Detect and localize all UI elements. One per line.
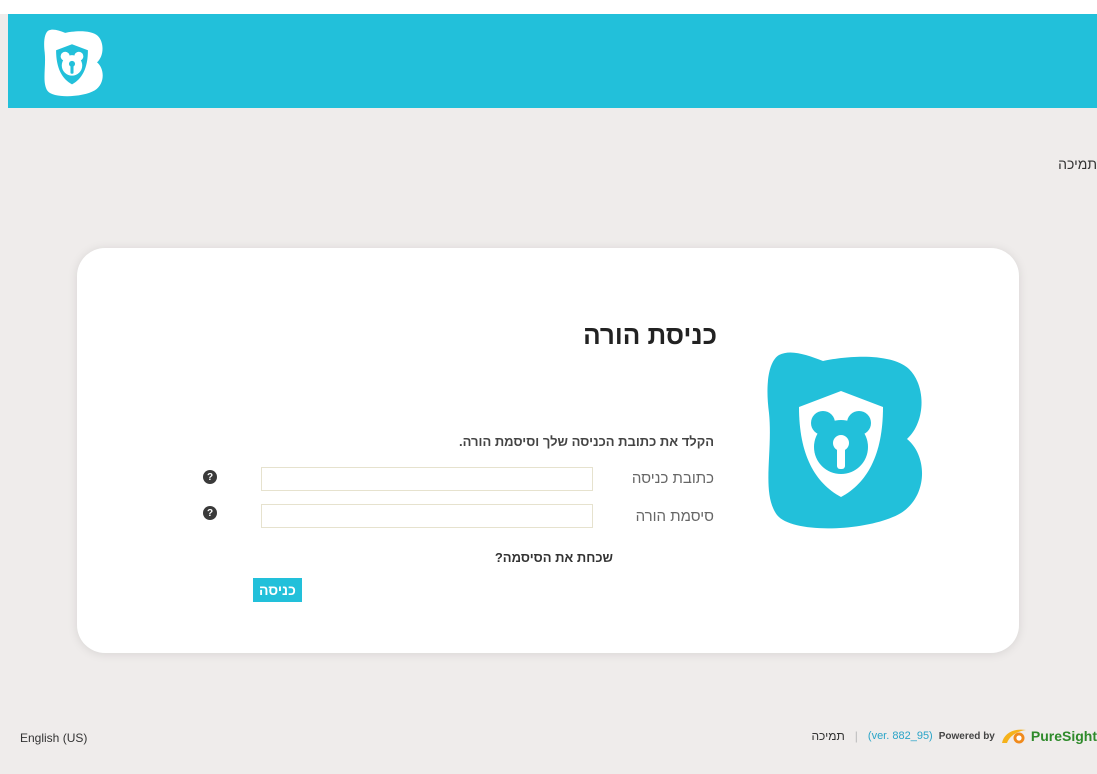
email-field[interactable] [261, 467, 593, 491]
top-strip [0, 0, 1097, 14]
login-button[interactable]: כניסה [253, 578, 302, 602]
support-link-top[interactable]: תמיכה [1058, 156, 1097, 172]
email-label: כתובת כניסה [631, 470, 714, 487]
email-help-icon[interactable]: ? [203, 470, 217, 484]
password-label: סיסמת הורה [635, 508, 714, 525]
powered-by-label: Powered by [938, 730, 995, 742]
login-instruction: הקלד את כתובת הכניסה שלך וסיסמת הורה. [459, 434, 714, 449]
bear-shield-logo-icon[interactable] [34, 26, 110, 98]
password-help-icon[interactable]: ? [203, 506, 217, 520]
puresight-brand: PureSight [1030, 728, 1097, 744]
page-title: כניסת הורה [583, 320, 717, 350]
language-selector[interactable]: English (US) [20, 731, 87, 745]
footer-separator: | [854, 729, 858, 743]
version-label: (ver. 882_95) [867, 730, 933, 742]
password-field[interactable] [261, 504, 593, 528]
puresight-logo-icon [1001, 729, 1026, 744]
login-card: כניסת הורה הקלד את כתובת הכניסה שלך וסיס… [77, 248, 1019, 653]
footer-support-link[interactable]: תמיכה [811, 729, 844, 743]
footer-right: תמיכה | (ver. 882_95) Powered by PureSig… [811, 726, 1097, 746]
header-bar [8, 14, 1097, 108]
bear-shield-logo-icon [767, 352, 923, 529]
forgot-password-link[interactable]: שכחת את הסיסמה? [495, 550, 613, 565]
